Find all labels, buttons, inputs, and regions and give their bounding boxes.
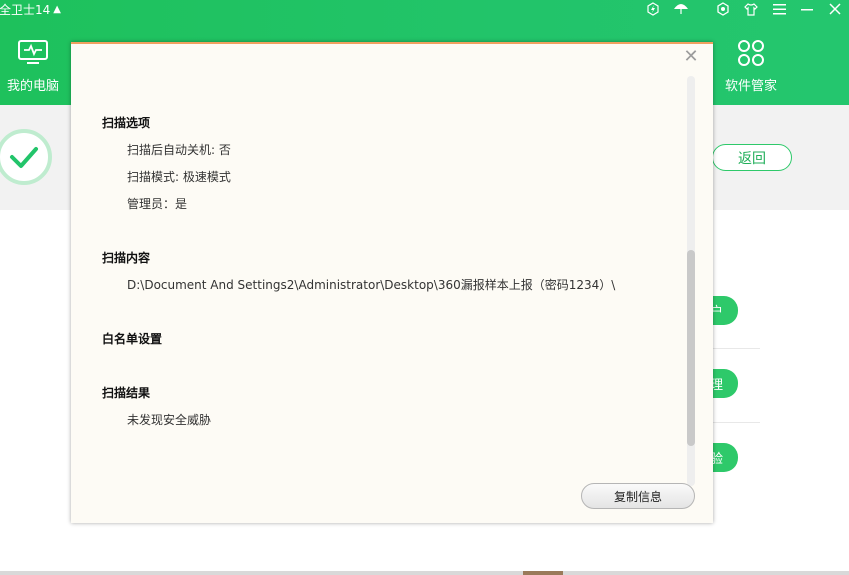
monitor-icon (16, 36, 50, 70)
umbrella-icon[interactable] (667, 0, 695, 18)
main-window: 全卫士14 ▲ 我的电脑 软件管家 返回 户 理 验 ✕ 扫描选项 扫描后自动关… (0, 0, 849, 575)
skin-icon[interactable] (737, 0, 765, 18)
section-line: 未发现安全威胁 (127, 413, 212, 427)
section-line: D:\Document And Settings2\Administrator\… (127, 278, 616, 292)
divider (712, 348, 760, 349)
menu-icon[interactable] (765, 0, 793, 18)
close-window-icon[interactable] (821, 0, 849, 18)
notification-icon[interactable] (639, 0, 667, 18)
app-title: 全卫士14 ▲ (0, 1, 61, 18)
nav-item-label: 我的电脑 (6, 79, 59, 94)
bottom-strip (0, 571, 849, 575)
nav-item-software-manager[interactable]: 软件管家 (718, 28, 784, 104)
section-title-scan-result: 扫描结果 (102, 386, 151, 400)
section-line: 管理员：是 (127, 197, 188, 211)
section-title-scan-options: 扫描选项 (102, 116, 151, 130)
minimize-icon[interactable] (793, 0, 821, 18)
copy-info-button[interactable]: 复制信息 (581, 483, 695, 509)
app-title-text: 全卫士14 (0, 3, 51, 17)
close-icon[interactable]: ✕ (681, 46, 701, 67)
thumbnail (523, 571, 563, 575)
section-line: 扫描模式: 极速模式 (127, 170, 231, 184)
section-title-scan-content: 扫描内容 (102, 251, 151, 265)
scrollbar-thumb[interactable] (687, 250, 695, 446)
nav-item-label: 软件管家 (724, 79, 777, 94)
section-title-whitelist: 白名单设置 (102, 332, 163, 346)
settings-icon[interactable] (709, 0, 737, 18)
window-controls (639, 0, 849, 18)
nav-item-my-computer[interactable]: 我的电脑 (0, 28, 66, 104)
scan-details-dialog: ✕ 扫描选项 扫描后自动关机: 否 扫描模式: 极速模式 管理员：是 扫描内容 … (71, 42, 713, 523)
check-circle-icon (0, 127, 52, 187)
section-line: 扫描后自动关机: 否 (127, 143, 231, 157)
app-store-icon (734, 36, 768, 70)
upgrade-arrow-icon[interactable]: ▲ (53, 4, 61, 15)
divider (712, 422, 760, 423)
return-button[interactable]: 返回 (712, 144, 792, 171)
separator (695, 0, 709, 18)
